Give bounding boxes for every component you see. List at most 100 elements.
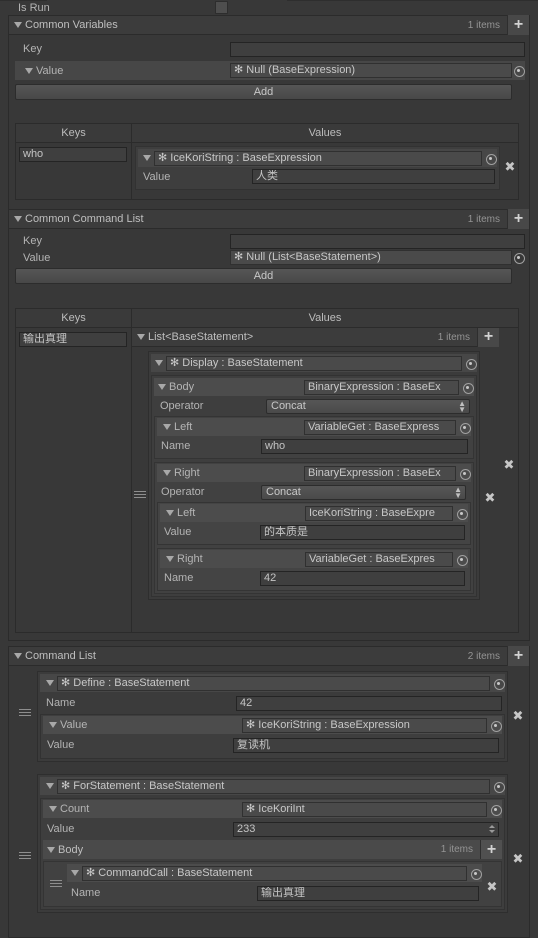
define-inner-value-input[interactable]: 复读机 — [233, 737, 499, 753]
ccl-list-count: 1 items — [437, 331, 470, 343]
ccl-add-button[interactable]: Add — [15, 268, 512, 284]
plus-icon: + — [483, 328, 494, 345]
cv-add-label: Add — [253, 86, 274, 98]
cv-key-input[interactable] — [230, 41, 525, 57]
define-remove-button[interactable]: ✖ — [511, 709, 525, 722]
ccl-row-key-input[interactable]: 输出真理 — [19, 332, 127, 347]
cv-row-remove-button[interactable]: ✖ — [503, 160, 517, 173]
drag-handle-icon[interactable] — [19, 852, 33, 859]
chevron-down-icon[interactable] — [143, 155, 151, 161]
for-remove-button[interactable]: ✖ — [511, 852, 525, 865]
define-value-label: Value — [60, 719, 88, 731]
chevron-down-icon[interactable] — [166, 510, 174, 516]
chevron-down-icon[interactable] — [49, 806, 57, 812]
object-picker-icon[interactable] — [489, 803, 502, 816]
left-label: Left — [174, 421, 193, 433]
chevron-down-icon[interactable] — [137, 334, 145, 340]
left-name-input[interactable]: who — [261, 438, 468, 454]
define-name-input[interactable]: 42 — [236, 695, 502, 711]
chevron-down-icon[interactable] — [14, 22, 22, 28]
chevron-down-icon[interactable] — [158, 384, 166, 390]
object-picker-icon[interactable] — [469, 867, 482, 880]
object-picker-icon[interactable] — [455, 553, 468, 566]
common-command-list-add-button[interactable]: + — [507, 209, 529, 229]
cv-add-button[interactable]: Add — [15, 84, 512, 100]
ccl-row-remove-button[interactable]: ✖ — [502, 458, 516, 471]
commandcall-remove-button[interactable]: ✖ — [485, 880, 499, 893]
for-type-row: ✻ ForStatement : BaseStatement — [40, 777, 505, 795]
ccl-list-header[interactable]: List<BaseStatement> 1 items + — [132, 327, 499, 347]
common-variables-header[interactable]: Common Variables 1 items + — [8, 15, 530, 35]
body-operator-dropdown[interactable]: Concat ▲ ▼ — [266, 398, 470, 414]
display-type-field[interactable]: ✻ Display : BaseStatement — [166, 355, 462, 371]
body-type-field[interactable]: BinaryExpression : BaseEx — [304, 379, 459, 395]
for-count-value-label: Value — [47, 823, 75, 835]
right-left-type-field[interactable]: IceKoriString : BaseExpre — [305, 505, 453, 521]
cv-row-key-input[interactable]: who — [19, 147, 127, 162]
stepper-icon[interactable] — [488, 823, 496, 836]
drag-handle-icon[interactable] — [134, 491, 148, 498]
define-type-field[interactable]: ✻ Define : BaseStatement — [57, 675, 490, 691]
for-count-value-text: 233 — [237, 822, 256, 835]
right-type-field[interactable]: BinaryExpression : BaseEx — [304, 465, 456, 481]
chevron-down-icon[interactable] — [47, 846, 55, 853]
commandcall-type-field[interactable]: ✻ CommandCall : BaseStatement — [82, 865, 467, 881]
common-variables-add-button[interactable]: + — [507, 15, 529, 35]
is-run-checkbox[interactable] — [215, 1, 228, 14]
drag-handle-icon[interactable] — [50, 880, 64, 887]
right-left-value-input[interactable]: 的本质是 — [260, 524, 465, 540]
ccl-key-input[interactable] — [230, 233, 525, 249]
object-picker-icon[interactable] — [464, 357, 477, 370]
chevron-down-icon[interactable] — [14, 216, 22, 222]
object-picker-icon[interactable] — [512, 64, 525, 77]
for-count-row: Count ✻ IceKoriInt — [43, 800, 502, 818]
common-command-list-title: Common Command List — [25, 213, 144, 225]
ccl-list-add-button[interactable]: + — [477, 327, 499, 347]
command-list-add-button[interactable]: + — [507, 646, 529, 666]
for-body-add-button[interactable]: + — [480, 840, 502, 859]
object-picker-icon[interactable] — [455, 507, 468, 520]
define-name-label: Name — [46, 697, 76, 709]
object-picker-icon[interactable] — [512, 251, 525, 264]
chevron-down-icon[interactable] — [49, 722, 57, 728]
for-body-header[interactable]: Body 1 items + — [43, 840, 502, 859]
chevron-down-icon[interactable] — [46, 783, 54, 789]
chevron-down-icon[interactable] — [25, 67, 33, 74]
object-picker-icon[interactable] — [461, 381, 474, 394]
ccl-item-remove-button[interactable]: ✖ — [483, 491, 497, 504]
chevron-down-icon[interactable] — [166, 556, 174, 562]
right-operator-dropdown[interactable]: Concat ▲ ▼ — [261, 484, 466, 500]
chevron-down-icon[interactable] — [163, 470, 171, 476]
commandcall-name-label: Name — [71, 887, 101, 899]
object-picker-icon[interactable] — [492, 780, 505, 793]
for-count-value-input[interactable]: 233 — [233, 821, 499, 837]
right-operator-label: Operator — [161, 486, 205, 498]
right-left-label: Left — [177, 507, 196, 519]
common-command-list-header[interactable]: Common Command List 1 items + — [8, 209, 530, 229]
for-type-field[interactable]: ✻ ForStatement : BaseStatement — [57, 778, 490, 794]
body-operator-row: Operator Concat ▲ ▼ — [154, 396, 474, 416]
object-picker-icon[interactable] — [492, 677, 505, 690]
cv-key-row: Key — [15, 40, 525, 58]
chevron-down-icon[interactable] — [71, 870, 79, 876]
define-value-type-field[interactable]: ✻ IceKoriString : BaseExpression — [242, 717, 487, 733]
cv-row-value-input[interactable]: 人类 — [252, 169, 495, 184]
object-picker-icon[interactable] — [489, 719, 502, 732]
ccl-value-object-field[interactable]: ✻ Null (List<BaseStatement>) — [230, 250, 512, 265]
right-right-name-input[interactable]: 42 — [260, 570, 465, 586]
drag-handle-icon[interactable] — [19, 709, 33, 716]
object-picker-icon[interactable] — [458, 421, 471, 434]
cv-row-type-field[interactable]: ✻ IceKoriString : BaseExpression — [154, 150, 482, 166]
chevron-down-icon[interactable] — [14, 653, 22, 659]
object-picker-icon[interactable] — [484, 152, 497, 165]
chevron-down-icon[interactable] — [46, 680, 54, 686]
command-list-header[interactable]: Command List 2 items + — [8, 646, 530, 666]
chevron-down-icon[interactable] — [155, 360, 163, 366]
cv-value-object-field[interactable]: ✻ Null (BaseExpression) — [230, 63, 512, 78]
right-right-type-field[interactable]: VariableGet : BaseExpres — [305, 551, 453, 567]
chevron-down-icon[interactable] — [163, 424, 171, 430]
for-count-type-field[interactable]: ✻ IceKoriInt — [242, 801, 487, 817]
left-type-field[interactable]: VariableGet : BaseExpress — [304, 419, 456, 435]
commandcall-name-input[interactable]: 输出真理 — [257, 885, 479, 901]
object-picker-icon[interactable] — [458, 467, 471, 480]
